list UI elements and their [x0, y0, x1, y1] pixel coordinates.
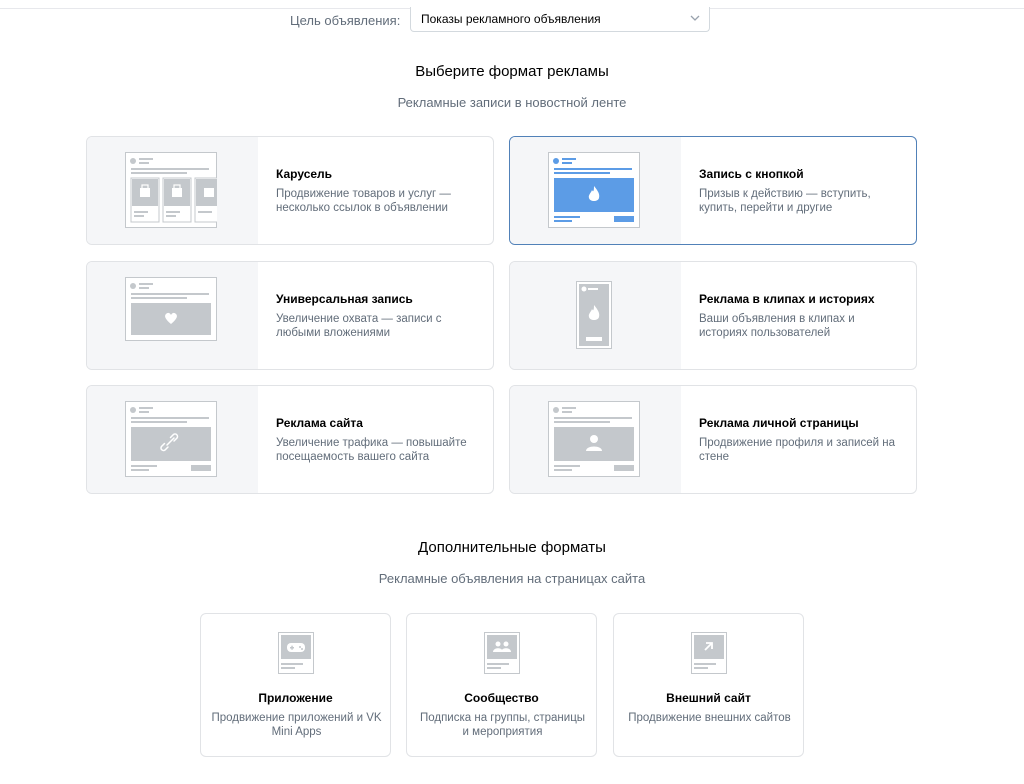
- extra-card-title: Сообщество: [464, 691, 539, 705]
- universal-post-preview-icon: [125, 277, 217, 341]
- format-card-universal-post[interactable]: Универсальная запись Увеличение охвата —…: [86, 261, 494, 370]
- format-card-personal-page[interactable]: Реклама личной страницы Продвижение проф…: [509, 385, 917, 494]
- extra-card-external-site[interactable]: Внешний сайт Продвижение внешних сайтов: [613, 613, 804, 757]
- format-section-title: Выберите формат рекламы: [415, 63, 609, 80]
- card-title: Карусель: [276, 167, 333, 181]
- card-title: Реклама в клипах и историях: [699, 292, 875, 306]
- extra-card-community[interactable]: Сообщество Подписка на группы, страницы …: [406, 613, 597, 757]
- extra-card-title: Внешний сайт: [666, 691, 751, 705]
- clips-stories-preview-icon: [576, 281, 612, 349]
- format-card-clips-stories[interactable]: Реклама в клипах и историях Ваши объявле…: [509, 261, 917, 370]
- card-thumbnail: [87, 137, 258, 244]
- format-card-button-post[interactable]: Запись с кнопкой Призыв к действию — вст…: [509, 136, 917, 245]
- card-description: Увеличение трафика — повышайте посещаемо…: [276, 437, 467, 463]
- ad-goal-row: Цель объявления: Показы рекламного объяв…: [0, 7, 1024, 33]
- personal-page-preview-icon: [548, 401, 640, 477]
- card-description: Призыв к действию — вступить, купить, пе…: [699, 188, 871, 214]
- extra-card-description: Подписка на группы, страницы и мероприят…: [419, 712, 586, 738]
- external-link-icon: [691, 632, 727, 674]
- extra-card-app[interactable]: Приложение Продвижение приложений и VK M…: [200, 613, 391, 757]
- ad-goal-select[interactable]: Показы рекламного объявления: [410, 7, 710, 32]
- ad-goal-label: Цель объявления:: [290, 13, 401, 28]
- chevron-down-icon: [690, 15, 700, 21]
- card-thumbnail: [87, 262, 258, 369]
- card-description: Продвижение профиля и записей на стене: [699, 437, 895, 463]
- ad-goal-select-value: Показы рекламного объявления: [421, 12, 601, 26]
- site-ad-preview-icon: [125, 401, 217, 477]
- format-card-carousel[interactable]: Карусель Продвижение товаров и услуг — н…: [86, 136, 494, 245]
- extra-section-subtitle: Рекламные объявления на страницах сайта: [378, 571, 646, 586]
- card-description: Увеличение охвата — записи с любыми влож…: [276, 313, 442, 339]
- card-description: Продвижение товаров и услуг — несколько …: [276, 188, 451, 214]
- carousel-preview-icon: [125, 152, 217, 228]
- extra-section-title: Дополнительные форматы: [418, 539, 606, 556]
- community-icon: [484, 632, 520, 674]
- card-title: Универсальная запись: [276, 292, 413, 306]
- card-thumbnail: [87, 386, 258, 493]
- card-title: Запись с кнопкой: [699, 167, 804, 181]
- format-card-site-ad[interactable]: Реклама сайта Увеличение трафика — повыш…: [86, 385, 494, 494]
- card-thumbnail: [510, 137, 681, 244]
- card-title: Реклама личной страницы: [699, 416, 859, 430]
- button-post-preview-icon: [548, 152, 640, 228]
- card-title: Реклама сайта: [276, 416, 363, 430]
- extra-card-description: Продвижение внешних сайтов: [628, 712, 791, 724]
- card-description: Ваши объявления в клипах и историях поль…: [699, 313, 855, 339]
- gamepad-icon: [278, 632, 314, 674]
- card-thumbnail: [510, 386, 681, 493]
- card-thumbnail: [510, 262, 681, 369]
- extra-card-title: Приложение: [258, 691, 333, 705]
- format-section-subtitle: Рекламные записи в новостной ленте: [397, 95, 627, 110]
- extra-card-description: Продвижение приложений и VK Mini Apps: [211, 712, 382, 738]
